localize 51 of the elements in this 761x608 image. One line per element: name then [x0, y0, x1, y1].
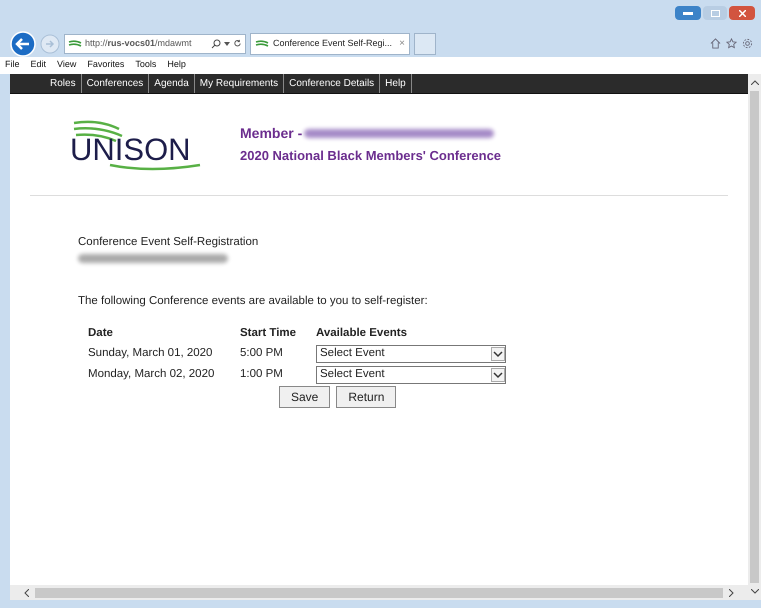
scroll-down-icon[interactable]	[750, 589, 758, 594]
nav-tab[interactable]: My Requirements	[194, 74, 284, 93]
table-cell-text: Monday, March 02, 2020	[88, 367, 216, 382]
page-title: Conference Event Self-Registration	[78, 235, 260, 250]
form-button[interactable]: Return	[336, 386, 396, 408]
dropdown-icon[interactable]	[224, 42, 230, 46]
column-header: Start Time	[240, 326, 298, 340]
tab-title: Conference Event Self-Regi...	[273, 36, 392, 50]
nav-tab[interactable]: Help	[380, 74, 412, 93]
address-bar[interactable]: http://rus-vocs01/mdawmt	[64, 34, 246, 54]
settings-icon[interactable]	[742, 38, 753, 49]
menu-item[interactable]: File	[5, 58, 20, 72]
dropdown-icon	[491, 346, 505, 361]
horizontal-scrollbar[interactable]	[10, 585, 748, 600]
nav-tab[interactable]: Roles	[48, 74, 82, 93]
column-header: Date	[88, 326, 114, 340]
menu-item[interactable]: Favorites	[87, 58, 124, 72]
vertical-scrollbar[interactable]	[748, 74, 761, 600]
event-select[interactable]: Select Event	[316, 366, 506, 384]
table-cell-text: 1:00 PM	[240, 367, 284, 382]
address-text: http://rus-vocs01/mdawmt	[85, 36, 192, 50]
search-icon[interactable]	[211, 38, 221, 48]
scroll-up-icon[interactable]	[750, 80, 758, 85]
back-icon[interactable]	[10, 30, 36, 56]
minimize-icon[interactable]	[675, 6, 701, 20]
scroll-right-icon[interactable]	[729, 588, 734, 596]
refresh-icon[interactable]	[233, 39, 242, 48]
site-icon	[255, 40, 269, 48]
table-cell-text: 5:00 PM	[240, 346, 284, 362]
conference-title: 2020 National Black Members' Conference	[240, 147, 502, 166]
browser-tab[interactable]: Conference Event Self-Regi... ×	[250, 32, 410, 54]
scroll-left-icon[interactable]	[24, 588, 29, 596]
nav-tab[interactable]: Conferences	[82, 74, 150, 93]
nav-tab[interactable]: Agenda	[149, 74, 195, 93]
form-button[interactable]: Save	[279, 386, 330, 408]
nav-tab[interactable]: Conference Details	[284, 74, 380, 93]
menu-item[interactable]: Edit	[30, 58, 46, 72]
member-label: Member -	[240, 124, 302, 144]
home-icon[interactable]	[710, 38, 721, 49]
dropdown-icon	[491, 368, 505, 382]
tab-close[interactable]: ×	[399, 36, 405, 51]
star-icon[interactable]	[726, 38, 737, 49]
event-select[interactable]: Select Event	[316, 344, 506, 363]
unison-logo: UNISON	[70, 114, 210, 174]
menu-item[interactable]: View	[57, 58, 76, 72]
column-header: Available Events	[316, 326, 408, 340]
menu-item[interactable]: Tools	[135, 58, 156, 72]
intro-text: The following Conference events are available to you to self-register:	[78, 294, 429, 310]
table-cell-text: Sunday, March 01, 2020	[88, 346, 214, 362]
menu-item[interactable]: Help	[167, 58, 186, 72]
site-icon	[68, 40, 82, 48]
